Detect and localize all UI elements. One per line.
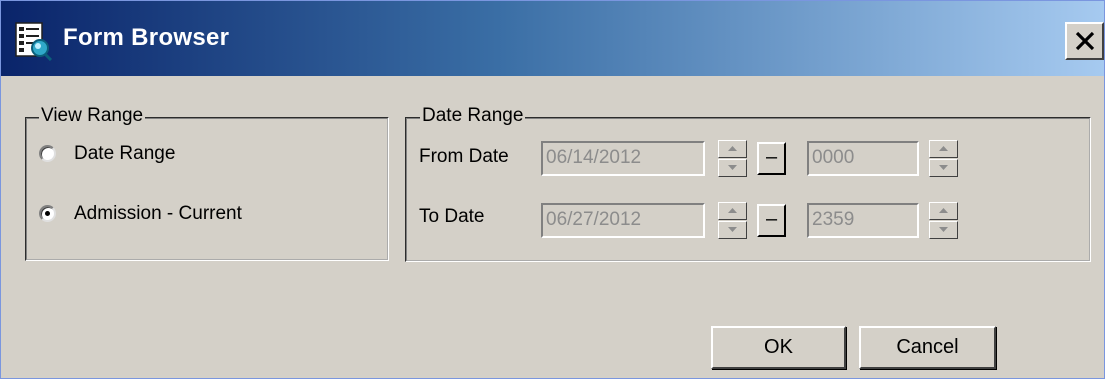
close-button[interactable] [1065, 22, 1104, 60]
spin-down-button[interactable] [929, 221, 958, 239]
arrow-down-icon [939, 227, 948, 232]
from-time-spinner[interactable] [929, 140, 958, 177]
radio-date-range-label[interactable]: Date Range [74, 143, 175, 165]
radio-selected-dot [45, 211, 50, 216]
radio-admission-current-label[interactable]: Admission - Current [74, 203, 242, 225]
to-time-field[interactable]: 2359 [807, 203, 919, 238]
cancel-button[interactable]: Cancel [859, 326, 996, 369]
view-range-group [25, 117, 389, 261]
spin-up-button[interactable] [929, 140, 958, 158]
arrow-up-icon [939, 208, 948, 213]
date-range-group [405, 117, 1091, 262]
spin-down-button[interactable] [929, 159, 958, 177]
arrow-down-icon [728, 227, 737, 232]
to-date-spinner[interactable] [718, 202, 747, 239]
arrow-down-icon [728, 165, 737, 170]
radio-button[interactable] [39, 205, 56, 222]
spin-down-button[interactable] [718, 221, 747, 239]
spin-up-button[interactable] [929, 202, 958, 220]
ok-button[interactable]: OK [711, 326, 846, 369]
arrow-up-icon [728, 208, 737, 213]
close-icon [1075, 31, 1095, 51]
window-title: Form Browser [63, 24, 230, 51]
radio-button[interactable] [39, 145, 56, 162]
form-browser-dialog: Form Browser View Range Date Range Admis… [0, 0, 1105, 379]
from-date-label: From Date [419, 146, 509, 167]
arrow-up-icon [728, 146, 737, 151]
spin-down-button[interactable] [718, 159, 747, 177]
to-date-label: To Date [419, 206, 485, 227]
from-time-field[interactable]: 0000 [807, 141, 919, 176]
from-date-field[interactable]: 06/14/2012 [541, 141, 705, 176]
to-date-field[interactable]: 06/27/2012 [541, 203, 705, 238]
from-date-spinner[interactable] [718, 140, 747, 177]
view-range-legend: View Range [39, 105, 146, 127]
date-range-legend: Date Range [420, 105, 526, 127]
to-dash-button[interactable]: – [757, 204, 786, 237]
spin-up-button[interactable] [718, 202, 747, 220]
arrow-up-icon [939, 146, 948, 151]
arrow-down-icon [939, 165, 948, 170]
to-time-spinner[interactable] [929, 202, 958, 239]
title-bar[interactable]: Form Browser [1, 1, 1104, 76]
spin-up-button[interactable] [718, 140, 747, 158]
form-browser-icon [15, 22, 53, 61]
from-dash-button[interactable]: – [757, 142, 786, 175]
